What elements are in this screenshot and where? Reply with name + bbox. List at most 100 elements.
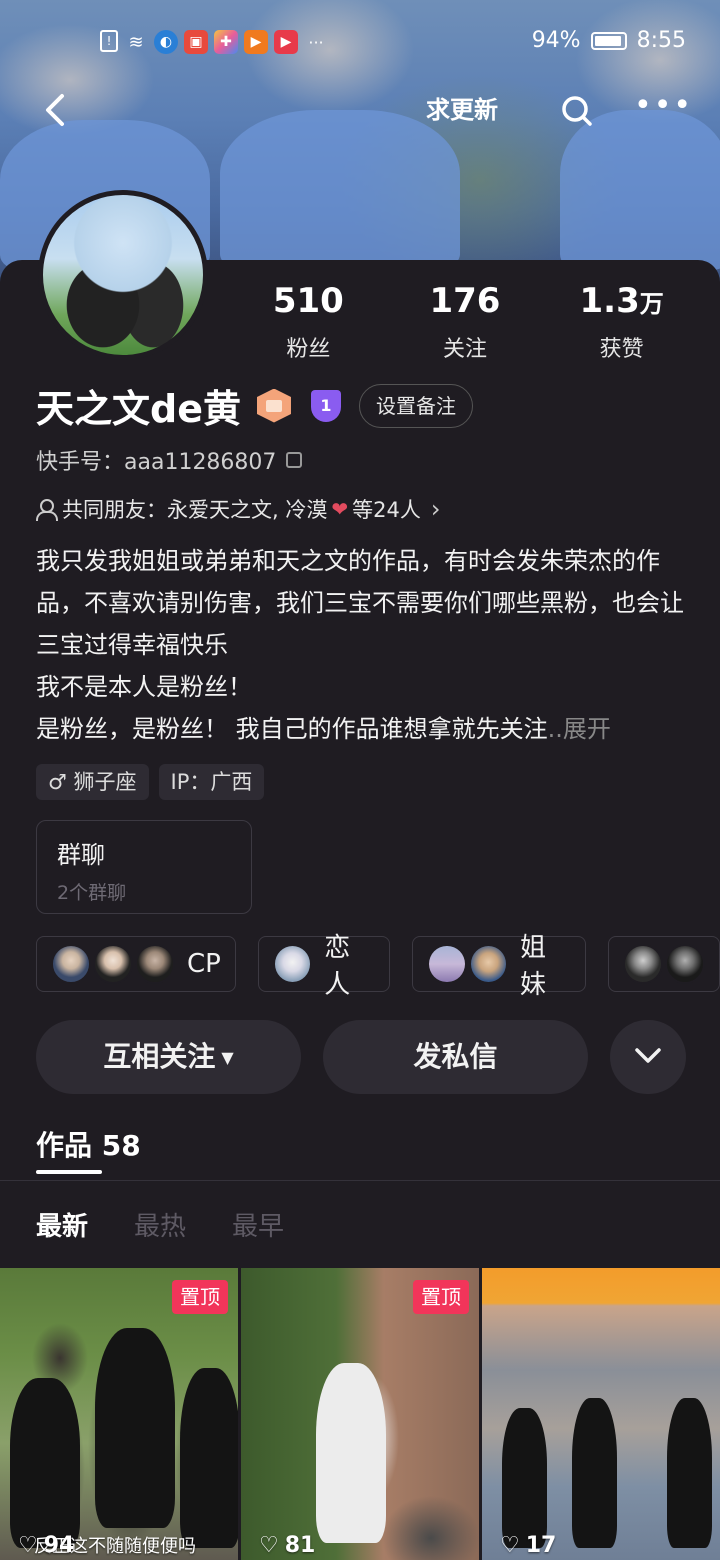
more-dots-icon: ··· <box>308 32 324 52</box>
thumb-figure <box>95 1328 175 1528</box>
mutual-friends-text: 共同朋友：永爱天之文, 冷漠 <box>62 498 328 522</box>
pinned-badge: 置顶 <box>172 1280 228 1314</box>
clock: 8:55 <box>636 28 686 53</box>
group-chat-card[interactable]: 群聊 2个群聊 <box>36 820 252 914</box>
friend-avatar <box>51 944 91 984</box>
sort-earliest[interactable]: 最早 <box>232 1206 284 1243</box>
app-icon: ▣ <box>184 30 208 54</box>
heart-outline-icon: ♡ <box>18 1533 38 1558</box>
back-button[interactable] <box>40 90 70 130</box>
name-row: 天之文de黄 1 设置备注 <box>36 378 473 433</box>
bio-line: 是粉丝，是粉丝！ 我自己的作品谁想拿就先关注..展开 <box>36 715 611 743</box>
copy-icon[interactable] <box>286 452 303 468</box>
search-button[interactable] <box>552 86 602 136</box>
stat-number: 176 <box>429 281 501 321</box>
relationship-label: 姐妹 <box>519 933 546 1000</box>
kuaishou-id: 快手号：aaa11286807 <box>36 444 303 476</box>
mutual-follow-button[interactable]: 互相关注 ▼ <box>36 1020 301 1094</box>
relationship-cp[interactable]: CP <box>36 936 236 992</box>
profile-name: 天之文de黄 <box>36 387 241 431</box>
stat-label: 关注 <box>442 337 487 362</box>
group-chat-count: 2个群聊 <box>57 882 127 904</box>
person-icon <box>36 499 58 521</box>
divider <box>0 1180 720 1181</box>
chevron-left-icon <box>46 94 64 126</box>
more-options-button[interactable]: ••• <box>634 86 691 136</box>
thumb-figure <box>667 1398 712 1548</box>
friend-avatar <box>468 944 508 984</box>
sort-hottest[interactable]: 最热 <box>134 1206 186 1243</box>
kuaishou-id-text: 快手号：aaa11286807 <box>36 450 277 475</box>
video-grid: 置顶 反正这不随随便便吗 ♡ 94 置顶 ♡ 81 ♡ 17 <box>0 1268 720 1560</box>
video-likes: ♡ 81 <box>259 1533 316 1558</box>
top-nav: 求更新 ••• <box>0 80 720 140</box>
relationship-sister[interactable]: 姐妹 <box>412 933 586 1000</box>
bio-line: 我只发我姐姐或弟弟和天之文的作品，有时会发朱荣杰的作品，不喜欢请别伤害，我们三宝… <box>36 547 684 659</box>
app-icon: ✚ <box>214 30 238 54</box>
thumb-figure <box>10 1378 80 1548</box>
bio-line: 我不是本人是粉丝！ <box>36 673 252 701</box>
sort-latest[interactable]: 最新 <box>36 1206 88 1243</box>
stat-label: 获赞 <box>599 337 644 362</box>
relationships-row: CP 恋人 姐妹 <box>36 933 720 1000</box>
expand-actions-button[interactable] <box>610 1020 686 1094</box>
status-icons: ! ≋ ◐ ▣ ✚ ▶ ▶ ··· <box>100 30 328 54</box>
status-bar: ! ≋ ◐ ▣ ✚ ▶ ▶ ··· 94% 8:55 <box>0 24 720 64</box>
relationship-lover[interactable]: 恋人 <box>257 933 391 1000</box>
stats-row: 510 粉丝 176 关注 1.3万 获赞 <box>230 280 700 363</box>
caret-down-icon: ▼ <box>221 1048 234 1067</box>
stat-likes[interactable]: 1.3万 获赞 <box>547 280 697 363</box>
relationship-more[interactable] <box>608 936 720 992</box>
stat-following[interactable]: 176 关注 <box>390 280 540 363</box>
stat-label: 粉丝 <box>286 337 331 362</box>
tag-zodiac: ♂ 狮子座 <box>36 764 149 800</box>
relationship-label: CP <box>187 949 221 979</box>
battery-percent: 94% <box>531 28 581 53</box>
thumb-figure <box>180 1368 238 1548</box>
profile-tags: ♂ 狮子座 IP：广西 <box>36 764 265 800</box>
action-buttons: 互相关注 ▼ 发私信 <box>36 1020 686 1094</box>
heart-outline-icon: ♡ <box>500 1533 520 1558</box>
avatar[interactable] <box>38 190 208 360</box>
tag-ip-location: IP：广西 <box>158 764 265 800</box>
tab-works[interactable]: 作品 58 <box>36 1124 141 1164</box>
bio: 我只发我姐姐或弟弟和天之文的作品，有时会发朱荣杰的作品，不喜欢请别伤害，我们三宝… <box>36 540 696 750</box>
video-likes: ♡ 94 <box>18 1533 75 1558</box>
tab-indicator <box>36 1170 102 1174</box>
heart-icon: ❤ <box>331 497 349 521</box>
thumb-figure <box>316 1363 386 1543</box>
sort-tabs: 最新 最热 最早 <box>36 1206 284 1243</box>
set-remark-button[interactable]: 设置备注 <box>358 383 473 428</box>
friend-avatar <box>623 944 663 984</box>
sim-icon: ! <box>100 30 118 52</box>
more-dots-icon: ••• <box>634 88 694 123</box>
video-thumbnail[interactable]: ♡ 17 <box>482 1268 720 1560</box>
wifi-icon: ≋ <box>128 31 144 53</box>
search-icon <box>562 96 592 126</box>
mutual-friends-count: 等24人 <box>352 498 421 522</box>
chevron-down-icon <box>635 1048 661 1063</box>
hexagon-badge-icon[interactable] <box>256 388 291 423</box>
level-badge-icon[interactable]: 1 <box>310 389 341 422</box>
send-message-button[interactable]: 发私信 <box>323 1020 588 1094</box>
chevron-right-icon: › <box>430 495 441 523</box>
video-thumbnail[interactable]: 置顶 ♡ 81 <box>241 1268 479 1560</box>
app-icon: ▶ <box>274 30 298 54</box>
friend-avatar <box>272 944 313 984</box>
request-update-button[interactable]: 求更新 <box>410 88 514 132</box>
pinned-badge: 置顶 <box>413 1280 469 1314</box>
battery-icon <box>590 31 627 50</box>
stat-number: 1.3万 <box>579 281 664 321</box>
relationship-label: 恋人 <box>324 933 351 1000</box>
thumb-figure <box>502 1408 547 1548</box>
app-icon: ▶ <box>244 30 268 54</box>
stat-fans[interactable]: 510 粉丝 <box>233 280 383 363</box>
app-icon: ◐ <box>154 30 178 54</box>
friend-avatar <box>135 944 175 984</box>
mutual-friends[interactable]: 共同朋友：永爱天之文, 冷漠 ❤ 等24人 › <box>36 494 440 524</box>
video-likes: ♡ 17 <box>500 1533 557 1558</box>
stat-number: 510 <box>272 281 344 321</box>
video-thumbnail[interactable]: 置顶 反正这不随随便便吗 ♡ 94 <box>0 1268 238 1560</box>
thumb-figure <box>572 1398 617 1548</box>
expand-link[interactable]: ..展开 <box>548 715 611 743</box>
